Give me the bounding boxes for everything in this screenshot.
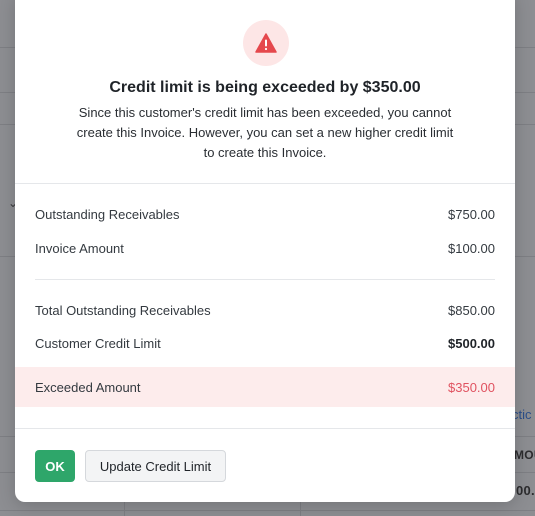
- row-value: $500.00: [448, 335, 495, 351]
- row-label: Outstanding Receivables: [35, 206, 180, 222]
- footer-divider: [15, 428, 515, 429]
- credit-limit-dialog: Credit limit is being exceeded by $350.0…: [15, 0, 515, 502]
- bg-column-header: MOU: [514, 448, 535, 462]
- row-value: $850.00: [448, 302, 495, 318]
- exceeded-amount-value: $350.00: [448, 379, 495, 395]
- customer-credit-limit-row: Customer Credit Limit $500.00: [35, 333, 495, 353]
- row-label: Exceeded Amount: [35, 379, 141, 395]
- row-label: Customer Credit Limit: [35, 335, 161, 351]
- exceeded-amount-row: Exceeded Amount $350.00: [35, 377, 495, 397]
- totals-divider: [35, 279, 495, 280]
- ok-button[interactable]: OK: [35, 450, 75, 482]
- dialog-title: Credit limit is being exceeded by $350.0…: [109, 79, 421, 96]
- row-value: $100.00: [448, 240, 495, 256]
- bg-cell-value: 00.: [516, 483, 535, 498]
- row-label: Total Outstanding Receivables: [35, 302, 211, 318]
- invoice-amount-row: Invoice Amount $100.00: [35, 238, 495, 258]
- warning-triangle-icon: [255, 33, 277, 53]
- dialog-description: Since this customer's credit limit has b…: [76, 105, 454, 160]
- total-outstanding-row: Total Outstanding Receivables $850.00: [35, 300, 495, 320]
- warning-icon-badge: [243, 20, 289, 66]
- bg-divider: [0, 510, 535, 511]
- outstanding-receivables-row: Outstanding Receivables $750.00: [35, 204, 495, 224]
- update-credit-limit-button[interactable]: Update Credit Limit: [85, 450, 226, 482]
- row-value: $750.00: [448, 206, 495, 222]
- section-divider: [15, 183, 515, 184]
- row-label: Invoice Amount: [35, 240, 124, 256]
